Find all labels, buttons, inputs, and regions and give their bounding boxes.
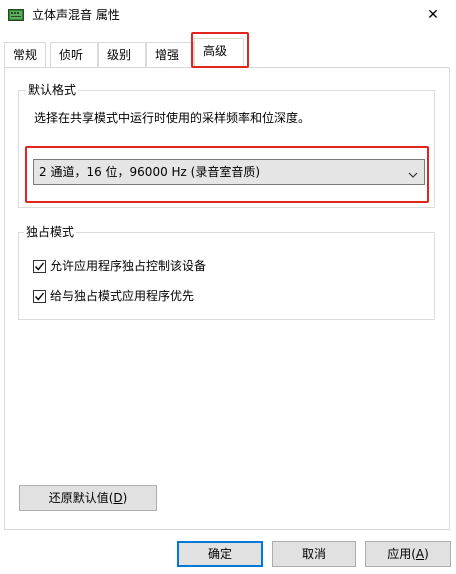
allow-exclusive-control-option[interactable]: 允许应用程序独占控制该设备	[33, 258, 206, 274]
tab-enhancements[interactable]: 增强	[146, 42, 194, 67]
exclusive-priority-option[interactable]: 给与独占模式应用程序优先	[33, 288, 194, 304]
default-format-title: 默认格式	[26, 83, 79, 97]
advanced-tab-highlight	[191, 32, 249, 68]
format-select[interactable]: 2 通道，16 位，96000 Hz (录音室音质)	[33, 159, 425, 185]
apply-button[interactable]: 应用(A)	[365, 541, 451, 567]
sound-device-icon	[8, 9, 24, 21]
window-title: 立体声混音 属性	[32, 8, 120, 22]
properties-dialog: 立体声混音 属性 ✕ 常规 侦听 级别 增强 高级 默认格式 选择在共享模式中运…	[0, 0, 456, 574]
exclusive-priority-checkbox[interactable]	[33, 289, 46, 303]
default-format-description: 选择在共享模式中运行时使用的采样频率和位深度。	[34, 111, 311, 125]
chevron-down-icon	[408, 168, 418, 182]
close-button[interactable]: ✕	[410, 0, 456, 30]
exclusive-mode-group	[18, 232, 435, 320]
ok-button[interactable]: 确定	[177, 541, 263, 567]
restore-defaults-button[interactable]: 还原默认值(D)	[19, 485, 157, 511]
cancel-button[interactable]: 取消	[272, 541, 356, 567]
format-selected-value: 2 通道，16 位，96000 Hz (录音室音质)	[39, 165, 261, 179]
allow-exclusive-label: 允许应用程序独占控制该设备	[50, 259, 207, 273]
exclusive-priority-label: 给与独占模式应用程序优先	[50, 289, 195, 303]
tab-general[interactable]: 常规	[4, 42, 46, 67]
tab-levels[interactable]: 级别	[98, 42, 146, 67]
tab-listen[interactable]: 侦听	[50, 42, 98, 67]
title-bar: 立体声混音 属性 ✕	[0, 0, 456, 30]
close-icon: ✕	[427, 7, 439, 23]
exclusive-mode-title: 独占模式	[24, 225, 77, 239]
allow-exclusive-checkbox[interactable]	[33, 259, 46, 273]
